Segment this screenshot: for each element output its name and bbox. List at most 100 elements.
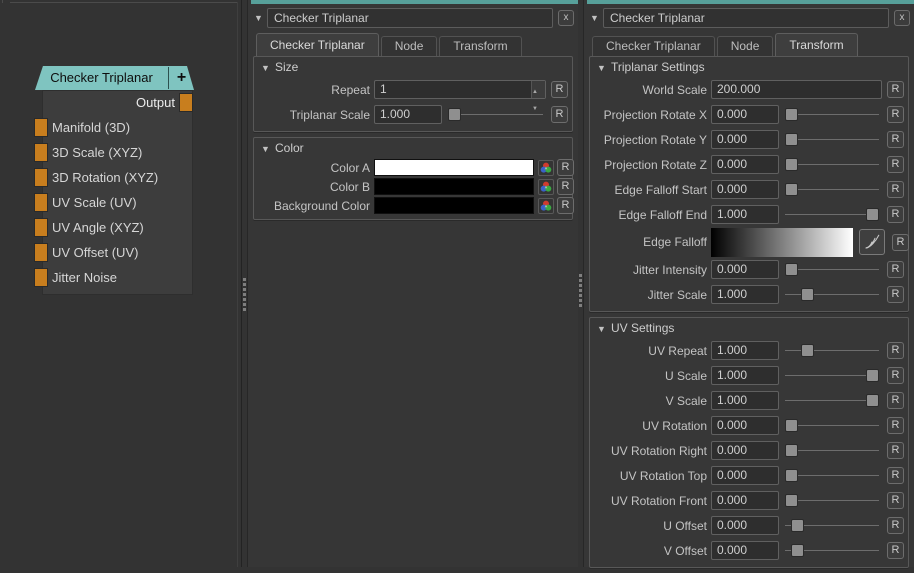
node-checker-triplanar[interactable]: Checker Triplanar + Output Manifold (3D)… [35, 66, 194, 295]
slider-uv-rotation[interactable] [785, 417, 879, 434]
input-jitter-intensity[interactable]: 0.000 [711, 260, 779, 279]
tab-checker-triplanar[interactable]: Checker Triplanar [256, 33, 379, 56]
slider-handle-edge-falloff-start[interactable] [785, 183, 798, 196]
input-uv-repeat[interactable]: 1.000 [711, 341, 779, 360]
input-port-connector[interactable] [34, 218, 48, 237]
input-uv-rotation-front[interactable]: 0.000 [711, 491, 779, 510]
reset-button-v-offset[interactable]: R [887, 542, 904, 559]
reset-button-projection-rotate-z[interactable]: R [887, 156, 904, 173]
tab-node[interactable]: Node [381, 36, 438, 56]
reset-button-v-scale[interactable]: R [887, 392, 904, 409]
input-uv-rotation-top[interactable]: 0.000 [711, 466, 779, 485]
reset-button-color-b[interactable]: R [557, 178, 574, 195]
collapse-arrow-icon[interactable]: ▼ [590, 13, 603, 23]
slider-v-offset[interactable] [785, 542, 879, 559]
slider-uv-rotation-front[interactable] [785, 492, 879, 509]
slider-projection-rotate-x[interactable] [785, 106, 879, 123]
tab-node[interactable]: Node [717, 36, 774, 56]
group-header-uv-settings[interactable]: ▼UV Settings [590, 318, 908, 338]
input-uv-rotation[interactable]: 0.000 [711, 416, 779, 435]
slider-handle-projection-rotate-z[interactable] [785, 158, 798, 171]
slider-u-offset[interactable] [785, 517, 879, 534]
reset-button-jitter-intensity[interactable]: R [887, 261, 904, 278]
input-v-scale[interactable]: 1.000 [711, 391, 779, 410]
node-graph-canvas[interactable]: Checker Triplanar + Output Manifold (3D)… [0, 0, 242, 567]
spin-up-button[interactable]: ▲ [532, 81, 545, 98]
slider-handle-projection-rotate-x[interactable] [785, 108, 798, 121]
input-port-connector[interactable] [34, 168, 48, 187]
slider-edge-falloff-start[interactable] [785, 181, 879, 198]
input-repeat[interactable]: 1▲▼ [374, 80, 546, 99]
slider-handle-v-scale[interactable] [866, 394, 879, 407]
slider-jitter-intensity[interactable] [785, 261, 879, 278]
reset-button-edge-falloff-end[interactable]: R [887, 206, 904, 223]
slider-handle-u-offset[interactable] [791, 519, 804, 532]
input-port-connector[interactable] [34, 118, 48, 137]
slider-projection-rotate-y[interactable] [785, 131, 879, 148]
color-picker-button-color-a[interactable] [538, 160, 554, 176]
input-u-offset[interactable]: 0.000 [711, 516, 779, 535]
slider-handle-edge-falloff-end[interactable] [866, 208, 879, 221]
tab-transform[interactable]: Transform [775, 33, 857, 56]
slider-handle-jitter-scale[interactable] [801, 288, 814, 301]
reset-button-triplanar-scale[interactable]: R [551, 106, 568, 123]
input-triplanar-scale[interactable]: 1.000 [374, 105, 442, 124]
close-button[interactable]: x [894, 10, 910, 26]
reset-button-uv-rotation-front[interactable]: R [887, 492, 904, 509]
reset-button-uv-rotation[interactable]: R [887, 417, 904, 434]
slider-handle-uv-rotation-right[interactable] [785, 444, 798, 457]
slider-handle-u-scale[interactable] [866, 369, 879, 382]
node-add-button[interactable]: + [169, 66, 194, 90]
input-projection-rotate-z[interactable]: 0.000 [711, 155, 779, 174]
reset-button-edge-falloff-start[interactable]: R [887, 181, 904, 198]
input-port-connector[interactable] [34, 143, 48, 162]
slider-handle-uv-rotation-top[interactable] [785, 469, 798, 482]
slider-uv-repeat[interactable] [785, 342, 879, 359]
collapse-arrow-icon[interactable]: ▼ [254, 13, 267, 23]
reset-button-uv-rotation-right[interactable]: R [887, 442, 904, 459]
group-header-size[interactable]: ▼Size [254, 57, 572, 77]
input-v-offset[interactable]: 0.000 [711, 541, 779, 560]
reset-button-uv-rotation-top[interactable]: R [887, 467, 904, 484]
reset-button-color-a[interactable]: R [557, 159, 574, 176]
color-swatch-color-b[interactable] [374, 178, 534, 195]
curve-editor-button[interactable] [859, 229, 885, 255]
slider-uv-rotation-top[interactable] [785, 467, 879, 484]
input-port-connector[interactable] [34, 243, 48, 262]
input-port-connector[interactable] [34, 193, 48, 212]
slider-handle-jitter-intensity[interactable] [785, 263, 798, 276]
close-button[interactable]: x [558, 10, 574, 26]
reset-button-projection-rotate-x[interactable]: R [887, 106, 904, 123]
reset-button-edge-falloff[interactable]: R [892, 234, 909, 251]
color-picker-button-color-b[interactable] [538, 179, 554, 195]
slider-uv-rotation-right[interactable] [785, 442, 879, 459]
group-header-triplanar-settings[interactable]: ▼Triplanar Settings [590, 57, 908, 77]
color-picker-button-background-color[interactable] [538, 198, 554, 214]
slider-edge-falloff-end[interactable] [785, 206, 879, 223]
palette-title-field[interactable]: Checker Triplanar [603, 8, 889, 28]
node-header[interactable]: Checker Triplanar + [35, 66, 194, 90]
reset-button-background-color[interactable]: R [557, 197, 574, 214]
color-swatch-color-a[interactable] [374, 159, 534, 176]
reset-button-u-scale[interactable]: R [887, 367, 904, 384]
input-projection-rotate-x[interactable]: 0.000 [711, 105, 779, 124]
input-jitter-scale[interactable]: 1.000 [711, 285, 779, 304]
reset-button-u-offset[interactable]: R [887, 517, 904, 534]
tab-transform[interactable]: Transform [439, 36, 521, 56]
reset-button-uv-repeat[interactable]: R [887, 342, 904, 359]
slider-jitter-scale[interactable] [785, 286, 879, 303]
slider-u-scale[interactable] [785, 367, 879, 384]
palette-title-field[interactable]: Checker Triplanar [267, 8, 553, 28]
reset-button-jitter-scale[interactable]: R [887, 286, 904, 303]
slider-handle-projection-rotate-y[interactable] [785, 133, 798, 146]
input-port-connector[interactable] [34, 268, 48, 287]
input-u-scale[interactable]: 1.000 [711, 366, 779, 385]
slider-projection-rotate-z[interactable] [785, 156, 879, 173]
slider-handle-uv-repeat[interactable] [801, 344, 814, 357]
input-edge-falloff-start[interactable]: 0.000 [711, 180, 779, 199]
input-world-scale[interactable]: 200.000 [711, 80, 882, 99]
slider-handle-triplanar-scale[interactable] [448, 108, 461, 121]
slider-triplanar-scale[interactable] [448, 106, 543, 123]
input-edge-falloff-end[interactable]: 1.000 [711, 205, 779, 224]
tab-checker-triplanar[interactable]: Checker Triplanar [592, 36, 715, 56]
